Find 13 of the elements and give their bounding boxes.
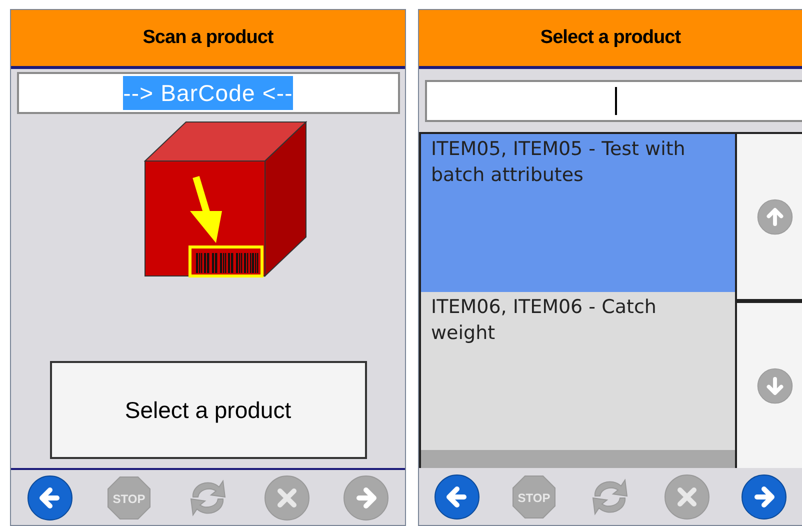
barcode-value: --> BarCode <--: [123, 76, 293, 110]
back-button[interactable]: [433, 472, 482, 520]
select-product-button[interactable]: Select a product: [50, 361, 366, 459]
product-list-item[interactable]: ITEM05, ITEM05 - Test with batch attributes: [421, 134, 735, 292]
screen-title: Select a product: [540, 26, 681, 50]
text-cursor: [615, 87, 617, 115]
screen-title: Scan a product: [142, 26, 274, 50]
cancel-icon: [264, 474, 310, 520]
back-button[interactable]: [26, 474, 74, 522]
search-field[interactable]: [425, 80, 802, 122]
cancel-icon: [664, 474, 710, 520]
forward-button[interactable]: [740, 472, 788, 520]
barcode-field[interactable]: --> BarCode <--: [16, 72, 400, 114]
